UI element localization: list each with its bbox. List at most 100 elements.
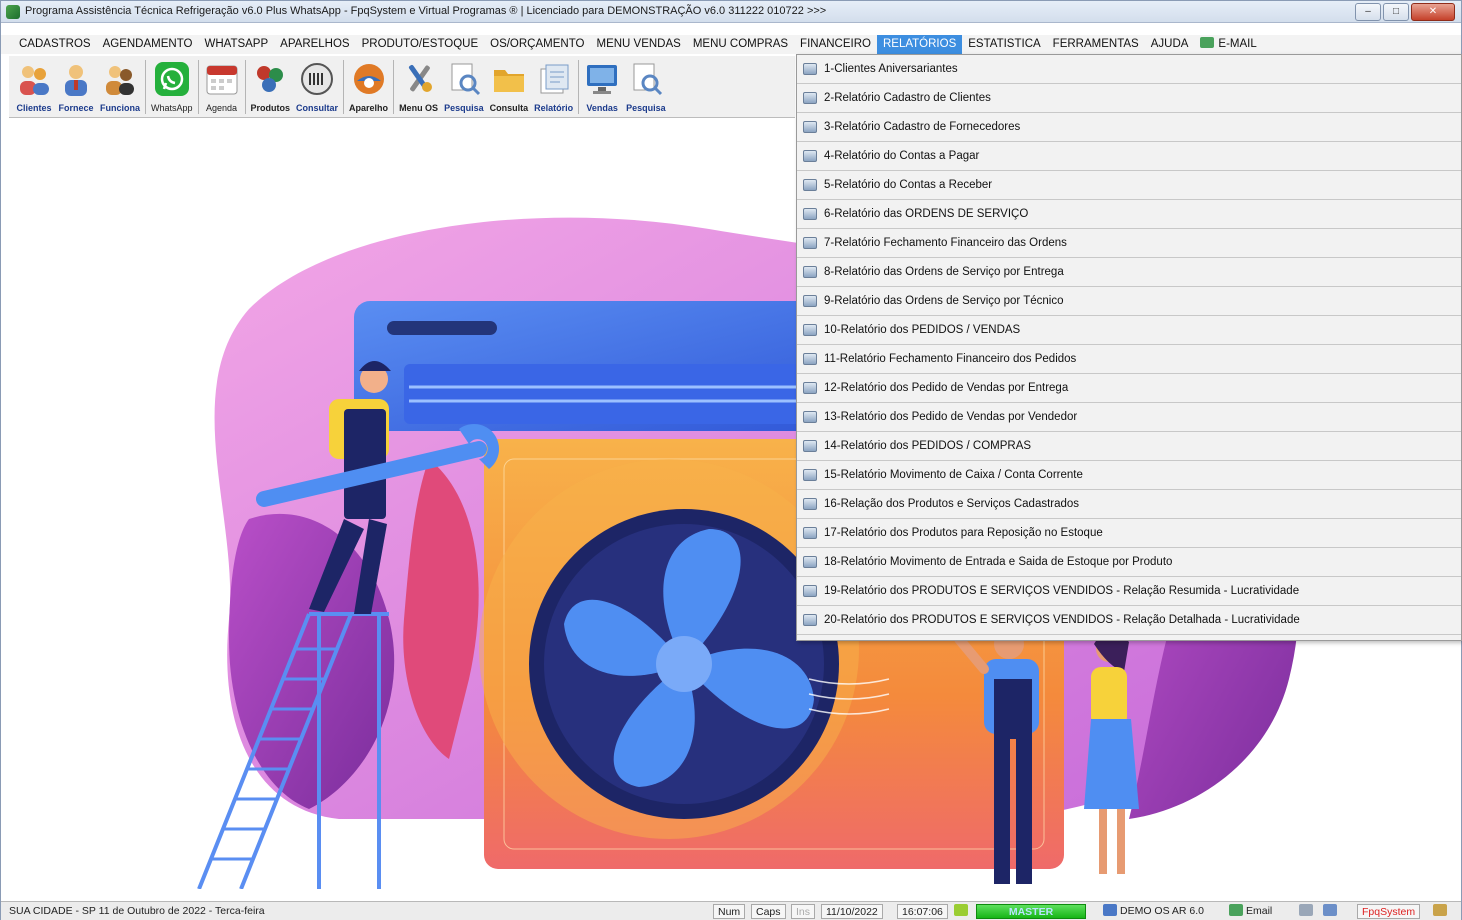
search-doc-icon — [628, 61, 664, 97]
toolbar-label: Relatório — [534, 103, 574, 113]
status-brand: FpqSystem — [1357, 904, 1421, 919]
employee-icon — [102, 61, 138, 97]
toolbar-separator — [197, 60, 199, 114]
toolbar-consulta-button[interactable]: Consulta — [487, 57, 532, 117]
toolbar-produtos-button[interactable]: Produtos — [248, 57, 294, 117]
menu-bar: CADASTROS AGENDAMENTO WHATSAPP APARELHOS… — [1, 35, 1461, 54]
report-item-2[interactable]: 2-Relatório Cadastro de Clientes — [797, 84, 1461, 113]
report-item-14[interactable]: 14-Relatório dos PEDIDOS / COMPRAS — [797, 432, 1461, 461]
report-item-7[interactable]: 7-Relatório Fechamento Financeiro das Or… — [797, 229, 1461, 258]
status-email-label: Email — [1246, 905, 1273, 917]
menu-os-orcamento[interactable]: OS/ORÇAMENTO — [484, 35, 590, 54]
toolbar-relatorio-button[interactable]: Relatório — [531, 57, 576, 117]
report-item-11[interactable]: 11-Relatório Fechamento Financeiro dos P… — [797, 345, 1461, 374]
report-item-20[interactable]: 20-Relatório dos PRODUTOS E SERVIÇOS VEN… — [797, 606, 1461, 635]
window-controls: – □ ✕ — [1355, 3, 1455, 21]
monitor-icon — [584, 61, 620, 97]
whatsapp-icon — [154, 61, 190, 97]
report-icon — [803, 382, 817, 394]
toolbar-label: Pesquisa — [626, 103, 666, 113]
report-icon — [803, 556, 817, 568]
report-item-3[interactable]: 3-Relatório Cadastro de Fornecedores — [797, 113, 1461, 142]
report-item-8[interactable]: 8-Relatório das Ordens de Serviço por En… — [797, 258, 1461, 287]
status-email-button[interactable]: Email — [1229, 904, 1272, 919]
toolbar-clientes-button[interactable]: Clientes — [13, 57, 55, 117]
report-icon — [803, 324, 817, 336]
toolbar-vendas-button[interactable]: Vendas — [581, 57, 623, 117]
toolbar-pesquisa-button[interactable]: Pesquisa — [441, 57, 487, 117]
toolbar-label: Aparelho — [349, 103, 389, 113]
device-icon — [351, 61, 387, 97]
toolbar-fornece-button[interactable]: Fornece — [55, 57, 97, 117]
report-item-label: 4-Relatório do Contas a Pagar — [824, 150, 980, 162]
menu-vendas[interactable]: MENU VENDAS — [590, 35, 686, 54]
report-item-12[interactable]: 12-Relatório dos Pedido de Vendas por En… — [797, 374, 1461, 403]
toolbar-agenda-button[interactable]: Agenda — [201, 57, 243, 117]
tray-icon[interactable] — [1433, 904, 1450, 919]
toolbar-label: Clientes — [16, 103, 52, 113]
report-icon — [803, 614, 817, 626]
report-item-18[interactable]: 18-Relatório Movimento de Entrada e Said… — [797, 548, 1461, 577]
menu-ajuda[interactable]: AJUDA — [1145, 35, 1195, 54]
report-item-label: 7-Relatório Fechamento Financeiro das Or… — [824, 237, 1067, 249]
report-item-16[interactable]: 16-Relação dos Produtos e Serviços Cadas… — [797, 490, 1461, 519]
report-item-15[interactable]: 15-Relatório Movimento de Caixa / Conta … — [797, 461, 1461, 490]
toolbar-pesquisa-vendas-button[interactable]: Pesquisa — [623, 57, 669, 117]
report-item-10[interactable]: 10-Relatório dos PEDIDOS / VENDAS — [797, 316, 1461, 345]
report-item-19[interactable]: 19-Relatório dos PRODUTOS E SERVIÇOS VEN… — [797, 577, 1461, 606]
supplier-icon — [58, 61, 94, 97]
minimize-button[interactable]: – — [1355, 3, 1381, 21]
clients-icon — [16, 61, 52, 97]
menu-aparelhos[interactable]: APARELHOS — [274, 35, 355, 54]
toolbar-menu-os-button[interactable]: Menu OS — [396, 57, 441, 117]
report-item-9[interactable]: 9-Relatório das Ordens de Serviço por Té… — [797, 287, 1461, 316]
report-item-5[interactable]: 5-Relatório do Contas a Receber — [797, 171, 1461, 200]
toolbar-label: Vendas — [586, 103, 618, 113]
folder-icon — [491, 61, 527, 97]
menu-cadastros[interactable]: CADASTROS — [13, 35, 97, 54]
menu-estatistica[interactable]: ESTATISTICA — [962, 35, 1046, 54]
report-icon — [803, 179, 817, 191]
menu-financeiro[interactable]: FINANCEIRO — [794, 35, 877, 54]
menu-ferramentas[interactable]: FERRAMENTAS — [1047, 35, 1145, 54]
toolbar-funciona-button[interactable]: Funciona — [97, 57, 143, 117]
report-item-1[interactable]: 1-Clientes Aniversariantes — [797, 55, 1461, 84]
toolbar-whatsapp-button[interactable]: WhatsApp — [148, 57, 196, 117]
toolbar-separator — [145, 60, 146, 114]
toolbar-label: Menu OS — [399, 103, 439, 113]
menu-relatorios[interactable]: RELATÓRIOS — [876, 35, 963, 54]
window-title: Programa Assistência Técnica Refrigeraçã… — [25, 5, 827, 17]
report-item-label: 9-Relatório das Ordens de Serviço por Té… — [824, 295, 1064, 307]
report-item-17[interactable]: 17-Relatório dos Produtos para Reposição… — [797, 519, 1461, 548]
report-item-label: 2-Relatório Cadastro de Clientes — [824, 92, 991, 104]
report-item-6[interactable]: 6-Relatório das ORDENS DE SERVIÇO — [797, 200, 1461, 229]
status-time: 16:07:06 — [897, 904, 948, 919]
toolbar-aparelho-button[interactable]: Aparelho — [346, 57, 391, 117]
report-icon — [803, 469, 817, 481]
close-button[interactable]: ✕ — [1411, 3, 1455, 21]
maximize-button[interactable]: □ — [1383, 3, 1409, 21]
toolbar-consultar-button[interactable]: Consultar — [293, 57, 341, 117]
report-item-label: 19-Relatório dos PRODUTOS E SERVIÇOS VEN… — [824, 585, 1300, 597]
mail-icon — [1229, 904, 1243, 916]
menu-whatsapp[interactable]: WHATSAPP — [198, 35, 274, 54]
report-icon — [803, 295, 817, 307]
user-icon — [954, 904, 971, 919]
report-item-label: 12-Relatório dos Pedido de Vendas por En… — [824, 382, 1069, 394]
menu-email[interactable]: E-MAIL — [1194, 35, 1262, 54]
toolbar-label: Funciona — [100, 103, 140, 113]
mail-icon — [1200, 37, 1215, 48]
report-item-13[interactable]: 13-Relatório dos Pedido de Vendas por Ve… — [797, 403, 1461, 432]
toolbar-label: Produtos — [250, 103, 291, 113]
menu-compras[interactable]: MENU COMPRAS — [687, 35, 794, 54]
toolbar-label: Pesquisa — [444, 103, 484, 113]
status-insert: Ins — [791, 904, 816, 919]
network-icon[interactable] — [1323, 904, 1340, 919]
report-item-label: 6-Relatório das ORDENS DE SERVIÇO — [824, 208, 1029, 220]
menu-agendamento[interactable]: AGENDAMENTO — [97, 35, 199, 54]
status-database-label: DEMO OS AR 6.0 — [1120, 905, 1205, 917]
menu-produto-estoque[interactable]: PRODUTO/ESTOQUE — [356, 35, 485, 54]
report-item-4[interactable]: 4-Relatório do Contas a Pagar — [797, 142, 1461, 171]
report-item-label: 13-Relatório dos Pedido de Vendas por Ve… — [824, 411, 1078, 423]
printer-icon[interactable] — [1299, 904, 1316, 919]
